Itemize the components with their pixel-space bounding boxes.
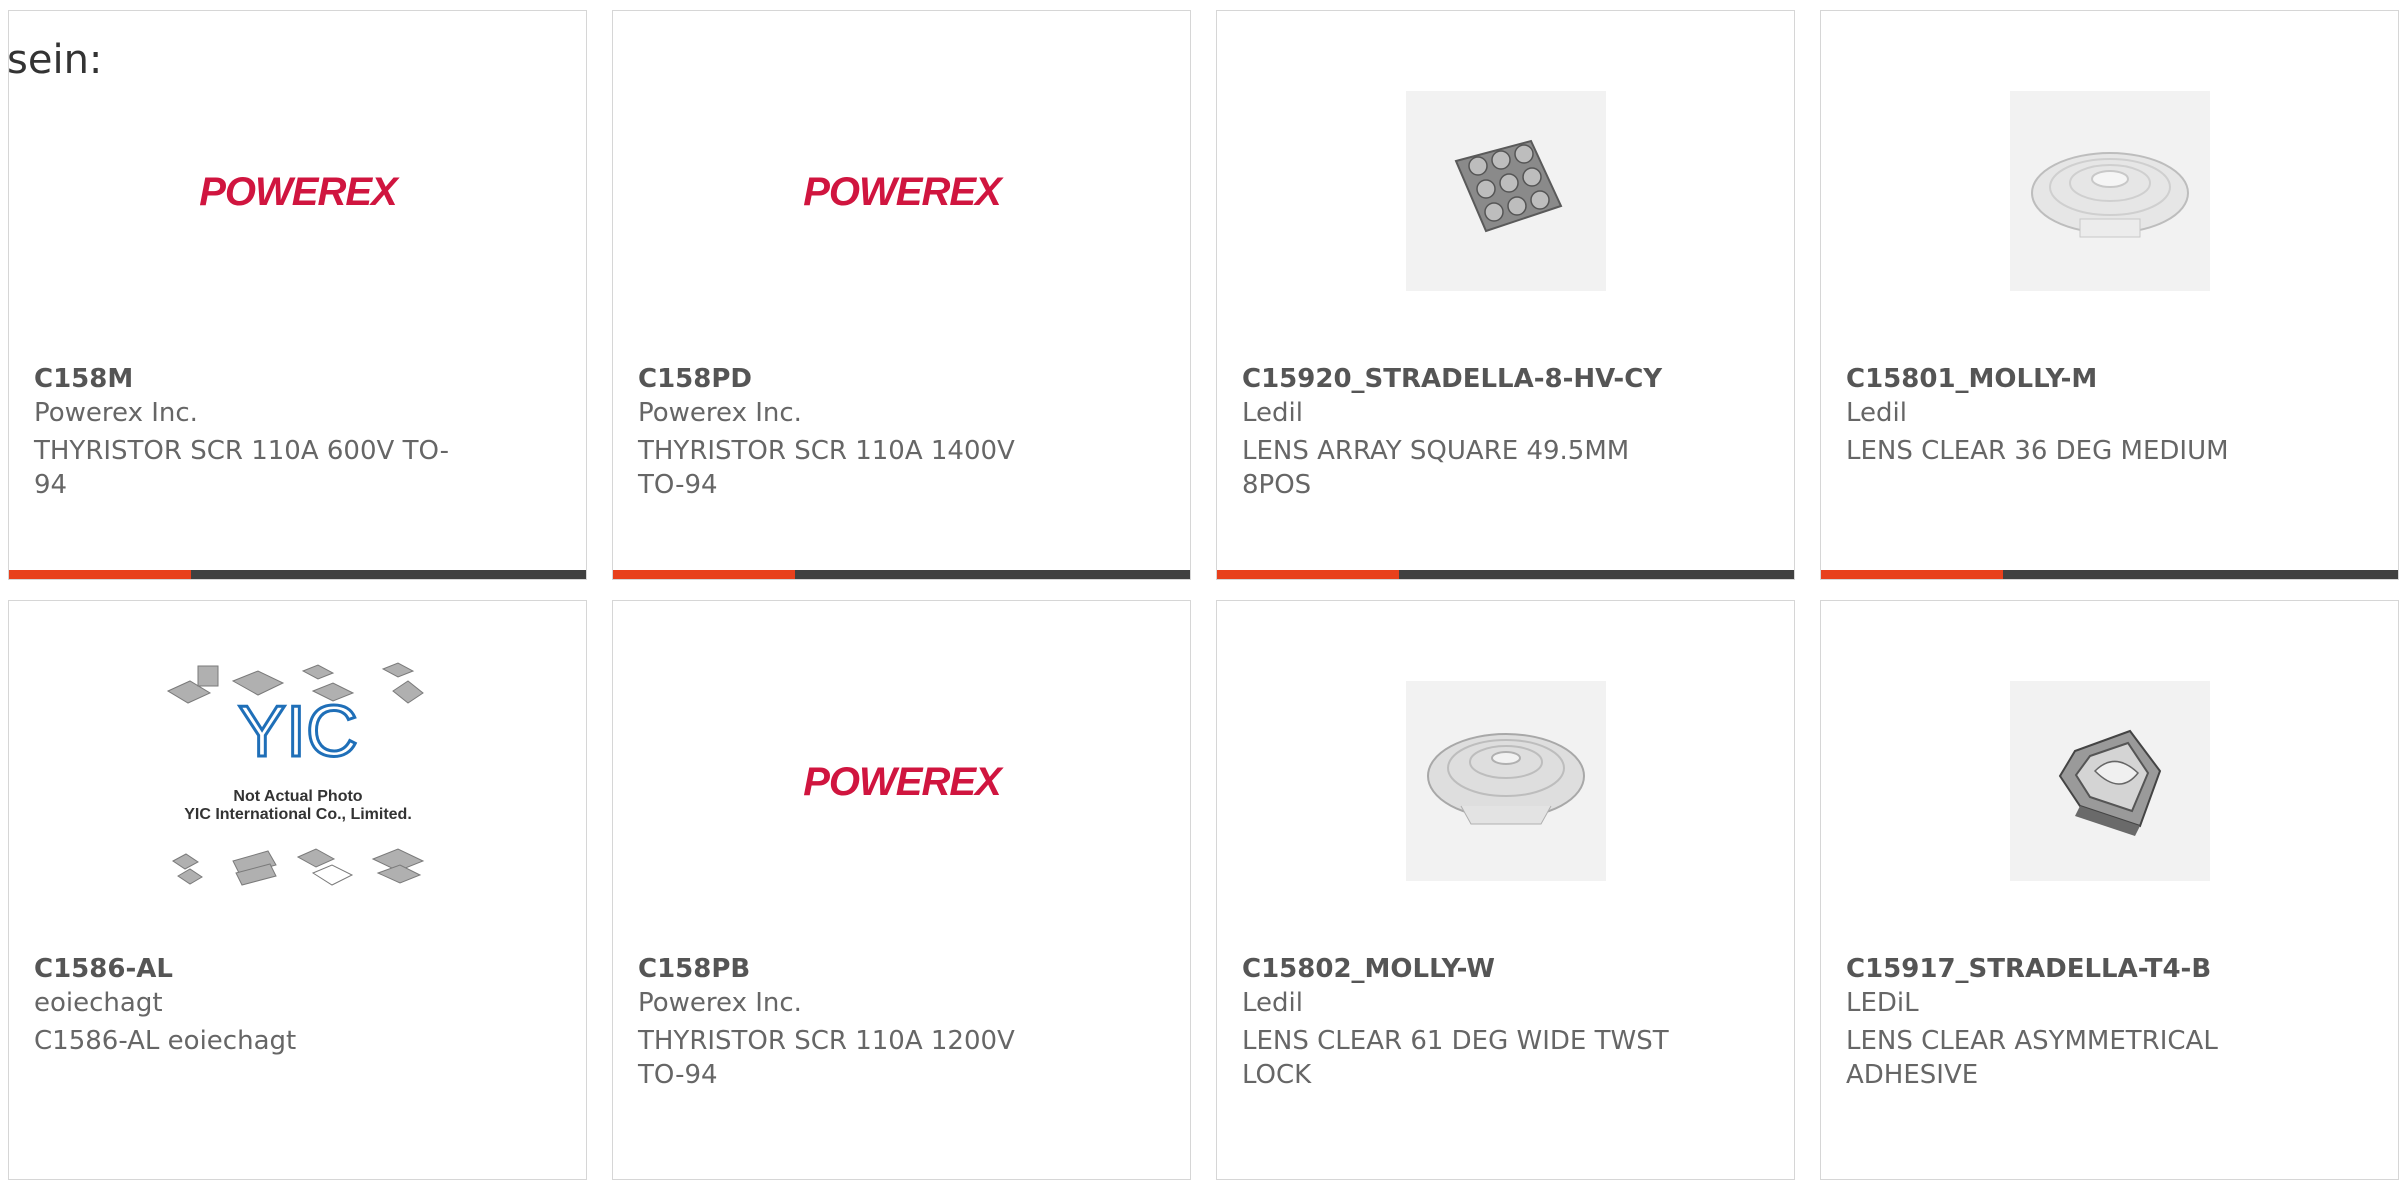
powerex-logo-icon: POWEREX: [803, 760, 1005, 803]
description: LENS CLEAR 61 DEG WIDE TWST LOCK: [1242, 1026, 1669, 1090]
powerex-logo-icon: POWEREX: [188, 170, 401, 213]
product-image[interactable]: [1821, 641, 2398, 921]
product-card[interactable]: POWEREX C158M Powerex Inc. THYRISTOR SCR…: [8, 10, 587, 580]
svg-text:YIC: YIC: [237, 692, 357, 772]
yic-placeholder-icon: YIC Not Actual Photo YIC International C…: [166, 662, 424, 886]
part-number-link[interactable]: C1586-AL: [34, 956, 173, 982]
part-number-link[interactable]: C158M: [34, 366, 133, 392]
product-card[interactable]: C15801_MOLLY-M Ledil LENS CLEAR 36 DEG M…: [1820, 10, 2399, 580]
manufacturer: LEDiL: [1846, 988, 1919, 1018]
card-accent-bar: [1217, 570, 1399, 579]
product-image[interactable]: POWEREX: [9, 51, 586, 331]
card-accent-bar: [1821, 570, 2003, 579]
description: THYRISTOR SCR 110A 1200V TO-94: [638, 1026, 1015, 1090]
product-image[interactable]: [1217, 641, 1794, 921]
product-card[interactable]: C15917_STRADELLA-T4-B LEDiL LENS CLEAR A…: [1820, 600, 2399, 1180]
product-image[interactable]: [1217, 51, 1794, 331]
page-label: sein:: [7, 37, 103, 83]
product-image[interactable]: POWEREX: [613, 51, 1190, 331]
part-number-link[interactable]: C15917_STRADELLA-T4-B: [1846, 956, 2211, 982]
lens-array-icon: [1405, 91, 1606, 291]
logo-text: POWEREX: [803, 760, 1004, 803]
card-accent-bar: [9, 570, 191, 579]
product-image[interactable]: [1821, 51, 2398, 331]
part-number-link[interactable]: C15920_STRADELLA-8-HV-CY: [1242, 366, 1662, 392]
card-bottom-bar: [613, 570, 1190, 579]
logo-text: POWEREX: [803, 170, 1004, 213]
product-card[interactable]: C15920_STRADELLA-8-HV-CY Ledil LENS ARRA…: [1216, 10, 1795, 580]
manufacturer: Ledil: [1242, 988, 1303, 1018]
product-image[interactable]: POWEREX: [613, 641, 1190, 921]
manufacturer: Powerex Inc.: [638, 398, 802, 428]
description: LENS CLEAR 36 DEG MEDIUM: [1846, 436, 2229, 466]
description: LENS ARRAY SQUARE 49.5MM 8POS: [1242, 436, 1630, 500]
round-lens-icon: [2009, 91, 2210, 291]
card-accent-bar: [613, 570, 795, 579]
manufacturer: Powerex Inc.: [638, 988, 802, 1018]
powerex-logo-icon: POWEREX: [803, 170, 1005, 213]
part-number-link[interactable]: C15801_MOLLY-M: [1846, 366, 2097, 392]
manufacturer: eoiechagt: [34, 988, 163, 1018]
product-card[interactable]: YIC Not Actual Photo YIC International C…: [8, 600, 587, 1180]
card-bottom-bar: [9, 570, 586, 579]
part-number-link[interactable]: C158PD: [638, 366, 752, 392]
description: THYRISTOR SCR 110A 600V TO-94: [34, 436, 450, 500]
part-number-link[interactable]: C158PB: [638, 956, 750, 982]
card-bottom-bar: [1821, 570, 2398, 579]
description: LENS CLEAR ASYMMETRICAL ADHESIVE: [1846, 1026, 2218, 1090]
product-card[interactable]: C15802_MOLLY-W Ledil LENS CLEAR 61 DEG W…: [1216, 600, 1795, 1180]
asymmetric-lens-icon: [2009, 681, 2210, 881]
placeholder-line2: YIC International Co., Limited.: [184, 806, 412, 823]
round-lens-icon: [1405, 681, 1606, 881]
product-card[interactable]: POWEREX C158PD Powerex Inc. THYRISTOR SC…: [612, 10, 1191, 580]
product-image[interactable]: YIC Not Actual Photo YIC International C…: [9, 641, 586, 921]
placeholder-line1: Not Actual Photo: [233, 788, 362, 805]
product-card[interactable]: POWEREX C158PB Powerex Inc. THYRISTOR SC…: [612, 600, 1191, 1180]
manufacturer: Ledil: [1846, 398, 1907, 428]
part-number-link[interactable]: C15802_MOLLY-W: [1242, 956, 1495, 982]
card-bottom-bar: [1217, 570, 1794, 579]
manufacturer: Powerex Inc.: [34, 398, 198, 428]
description: THYRISTOR SCR 110A 1400V TO-94: [638, 436, 1015, 500]
logo-text: POWEREX: [199, 170, 400, 213]
manufacturer: Ledil: [1242, 398, 1303, 428]
description: C1586-AL eoiechagt: [34, 1026, 297, 1056]
